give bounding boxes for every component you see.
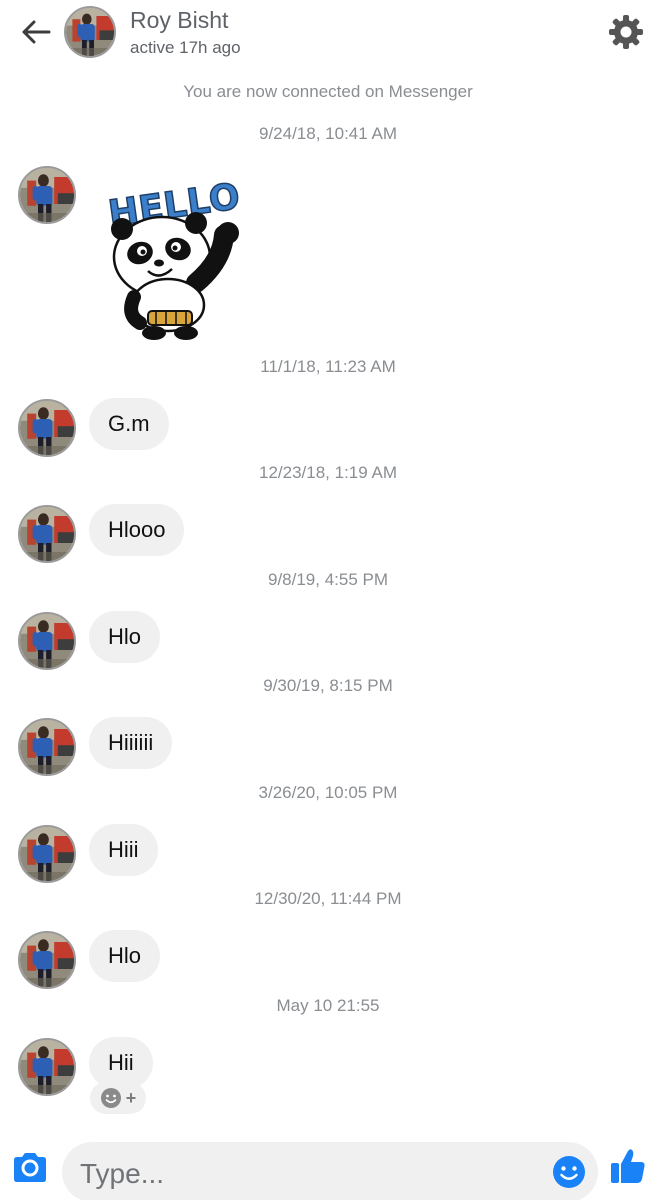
message-timestamp: 12/30/20, 11:44 PM (254, 889, 402, 908)
message-timestamp: 3/26/20, 10:05 PM (258, 783, 398, 802)
sender-avatar[interactable] (18, 166, 76, 224)
message-bubble[interactable]: Hiii (89, 824, 158, 876)
sender-avatar[interactable] (18, 612, 76, 670)
messenger-screen: Roy Bisht active 17h ago You are now con… (0, 0, 656, 1200)
plus-icon: + (125, 1088, 137, 1108)
arrow-left-icon (22, 20, 51, 44)
sender-avatar[interactable] (18, 505, 76, 563)
connected-note: You are now connected on Messenger (183, 82, 473, 101)
thumbs-up-icon (611, 1149, 645, 1183)
camera-button[interactable] (10, 1148, 50, 1188)
message-input-field[interactable] (62, 1142, 598, 1200)
message-bubble[interactable]: Hiiiiii (89, 717, 173, 769)
back-button[interactable] (16, 14, 56, 50)
message-timestamp: 9/30/19, 8:15 PM (263, 676, 393, 695)
emoji-button[interactable] (552, 1155, 586, 1189)
settings-button[interactable] (606, 12, 646, 52)
sender-avatar[interactable] (18, 1038, 76, 1096)
contact-name[interactable]: Roy Bisht (130, 6, 228, 34)
message-bubble[interactable]: Hlo (89, 611, 161, 663)
sender-avatar[interactable] (18, 718, 76, 776)
message-timestamp: 9/24/18, 10:41 AM (259, 124, 397, 143)
message-bubble[interactable]: Hlo (89, 930, 161, 982)
message-bubble[interactable]: Hlooo (89, 504, 185, 556)
smiley-icon (553, 1156, 585, 1188)
add-reaction-button[interactable]: + (90, 1082, 146, 1114)
message-composer (0, 1136, 656, 1200)
sender-avatar[interactable] (18, 825, 76, 883)
gear-icon (609, 15, 643, 49)
add-reaction-icon (100, 1088, 121, 1108)
message-timestamp: 9/8/19, 4:55 PM (267, 570, 389, 589)
like-button[interactable] (608, 1146, 648, 1186)
sender-avatar[interactable] (18, 399, 76, 457)
chat-header: Roy Bisht active 17h ago (0, 0, 656, 70)
message-timestamp: 12/23/18, 1:19 AM (259, 463, 397, 482)
message-bubble[interactable]: G.m (89, 398, 169, 450)
camera-icon (14, 1153, 46, 1182)
message-input[interactable] (80, 1154, 540, 1194)
sender-avatar[interactable] (18, 931, 76, 989)
active-status: active 17h ago (130, 38, 241, 57)
hello-panda-sticker[interactable]: HELLO (100, 165, 250, 343)
contact-avatar[interactable] (64, 6, 116, 58)
message-timestamp: May 10 21:55 (276, 996, 380, 1015)
message-timestamp: 11/1/18, 11:23 AM (260, 357, 396, 376)
